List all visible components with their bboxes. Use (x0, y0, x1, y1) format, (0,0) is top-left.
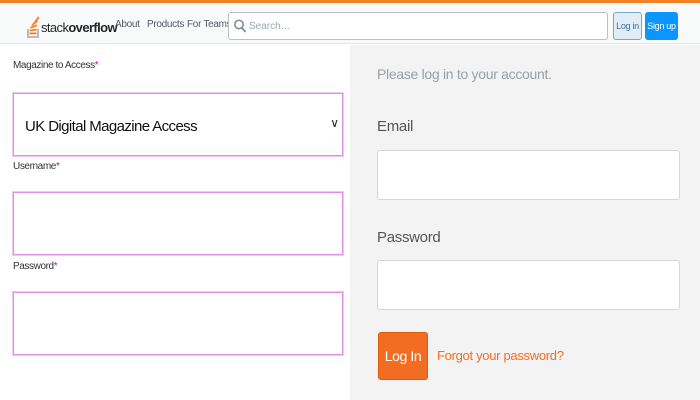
search-bar[interactable] (228, 12, 608, 40)
logo-wordmark: stackoverflow (41, 20, 118, 35)
required-marker: * (94, 60, 99, 71)
login-button[interactable]: Log In (378, 332, 428, 380)
header-login-button[interactable]: Log in (613, 12, 642, 40)
account-password-label: Password (377, 229, 441, 246)
site-logo[interactable]: stackoverflow (26, 11, 118, 39)
password-input[interactable] (12, 291, 344, 356)
required-marker: * (53, 261, 58, 272)
required-marker: * (55, 161, 60, 172)
nav-for-teams[interactable]: For Teams (187, 19, 232, 30)
search-icon (234, 19, 247, 33)
email-field[interactable] (377, 150, 680, 200)
username-input[interactable] (12, 191, 344, 256)
password-label: Password* (13, 261, 58, 272)
login-prompt: Please log in to your account. (377, 66, 552, 82)
header-signup-button[interactable]: Sign up (645, 12, 678, 40)
account-password-field[interactable] (377, 260, 680, 310)
nav-about[interactable]: About (115, 19, 140, 30)
username-label: Username* (13, 161, 60, 172)
magazine-label: Magazine to Access* (13, 60, 99, 71)
stack-overflow-logo-icon (27, 16, 40, 38)
magazine-select[interactable]: UK Digital Magazine Access ∨ (12, 92, 344, 157)
search-input[interactable] (249, 18, 599, 34)
magazine-selected-value: UK Digital Magazine Access (25, 118, 198, 135)
top-bar: stackoverflow About Products For Teams L… (0, 0, 700, 44)
email-label: Email (377, 118, 414, 135)
chevron-down-icon: ∨ (330, 116, 339, 130)
forgot-password-link[interactable]: Forgot your password? (437, 348, 564, 363)
nav-products[interactable]: Products (147, 19, 184, 30)
